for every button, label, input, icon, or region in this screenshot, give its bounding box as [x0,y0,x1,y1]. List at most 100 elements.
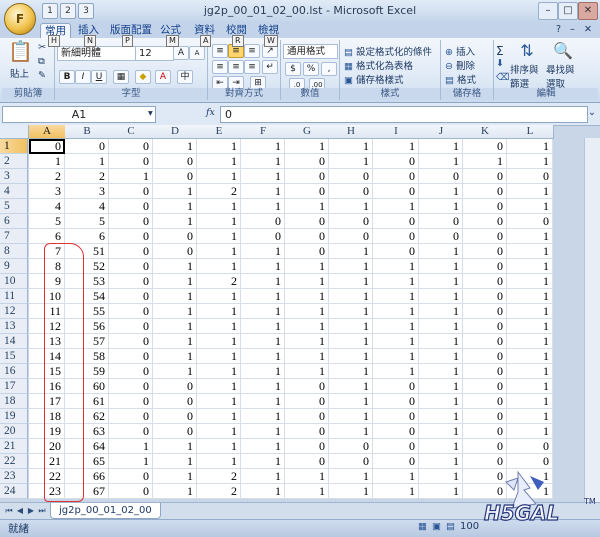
cell[interactable]: 1 [241,409,285,424]
cell[interactable]: 0 [285,169,329,184]
cell[interactable]: 4 [65,199,109,214]
cell[interactable]: 1 [419,259,463,274]
cell[interactable]: 1 [419,274,463,289]
cell[interactable]: 0 [463,394,507,409]
row-header[interactable]: 8 [0,244,28,259]
cell[interactable]: 1 [241,169,285,184]
cell[interactable]: 1 [241,199,285,214]
column-header-a[interactable]: A [29,125,66,139]
cell[interactable]: 1 [419,139,463,154]
cell[interactable]: 0 [373,409,419,424]
cell[interactable]: 1 [285,304,329,319]
cell[interactable]: 0 [329,454,373,469]
cell[interactable]: 0 [373,154,419,169]
cell[interactable]: 2 [29,169,65,184]
cell[interactable]: 1 [241,259,285,274]
cell[interactable]: 1 [197,349,241,364]
cell[interactable]: 1 [329,394,373,409]
cell[interactable]: 0 [153,409,197,424]
find-select-button[interactable]: 尋找與 選取 [546,62,575,90]
paste-button[interactable]: 貼上 [10,66,29,80]
cell[interactable]: 0 [153,244,197,259]
cell[interactable]: 0 [241,229,285,244]
cell[interactable]: 1 [419,334,463,349]
page-break-view-icon[interactable]: ▤ [446,521,455,532]
formula-input[interactable]: 0 [220,106,588,123]
cell[interactable]: 1 [329,349,373,364]
cell[interactable]: 1 [109,169,153,184]
cell[interactable]: 1 [507,199,553,214]
cell[interactable]: 1 [507,139,553,154]
row-header[interactable]: 5 [0,199,28,214]
cell[interactable]: 0 [463,244,507,259]
cell[interactable]: 1 [285,274,329,289]
align-center-icon[interactable]: ≡ [228,60,244,74]
cell[interactable]: 1 [419,424,463,439]
row-header[interactable]: 24 [0,484,28,499]
cell[interactable]: 0 [285,229,329,244]
vertical-scrollbar[interactable] [584,138,600,502]
cell[interactable]: 0 [373,169,419,184]
cell[interactable]: 1 [153,439,197,454]
cell[interactable]: 1 [419,394,463,409]
cell[interactable]: 0 [109,379,153,394]
cell[interactable]: 1 [373,289,419,304]
prev-sheet-icon[interactable]: ◀ [15,505,25,516]
row-header[interactable]: 17 [0,379,28,394]
cell[interactable]: 5 [65,214,109,229]
number-format-combo[interactable]: 通用格式 [283,44,338,59]
sort-filter-button[interactable]: 排序與 篩選 [510,62,539,90]
cell[interactable]: 1 [507,409,553,424]
cell[interactable]: 1 [197,379,241,394]
cell[interactable]: 0 [329,184,373,199]
cell[interactable]: 0 [373,184,419,199]
cell[interactable]: 1 [241,244,285,259]
border-icon[interactable]: ▦ [113,70,129,84]
font-name-combo[interactable]: 新細明體 [57,46,136,61]
cell[interactable]: 1 [507,229,553,244]
cell[interactable]: 0 [285,409,329,424]
cell[interactable]: 1 [419,184,463,199]
maximize-button[interactable]: □ [558,2,578,20]
cell[interactable]: 0 [463,439,507,454]
cell-styles-button[interactable]: ▣ 儲存格樣式 [344,72,404,86]
cell[interactable]: 1 [329,244,373,259]
cell[interactable]: 1 [197,229,241,244]
cell[interactable]: 1 [197,409,241,424]
column-header-e[interactable]: E [197,125,242,139]
minimize-button[interactable]: – [538,2,558,20]
cell[interactable]: 1 [241,364,285,379]
cell[interactable]: 1 [419,244,463,259]
cell[interactable]: 1 [153,454,197,469]
cell[interactable]: 1 [507,379,553,394]
cell[interactable]: 1 [329,319,373,334]
delete-cells-button[interactable]: ⊖ 刪除 [445,58,475,72]
cell[interactable]: 6 [65,229,109,244]
cell[interactable]: 1 [153,184,197,199]
cell[interactable]: 0 [109,244,153,259]
cell[interactable]: 1 [419,439,463,454]
cell[interactable]: 0 [463,139,507,154]
row-header[interactable]: 20 [0,424,28,439]
cell[interactable]: 1 [153,289,197,304]
select-all-corner[interactable] [0,125,29,139]
column-header-j[interactable]: J [419,125,464,139]
cell[interactable]: 1 [285,139,329,154]
fill-icon[interactable]: ⬇ [496,58,504,69]
cell[interactable]: 1 [241,184,285,199]
font-size-combo[interactable]: 12 [135,46,174,61]
cell[interactable]: 0 [507,454,553,469]
cell[interactable]: 1 [241,274,285,289]
column-header-k[interactable]: K [463,125,508,139]
cell[interactable]: 0 [463,184,507,199]
cell[interactable]: 0 [463,274,507,289]
cell[interactable]: 0 [109,469,153,484]
cell[interactable]: 1 [241,334,285,349]
cut-icon[interactable]: ✂ [38,42,46,53]
cell[interactable]: 0 [463,424,507,439]
row-header[interactable]: 19 [0,409,28,424]
cell[interactable]: 1 [373,349,419,364]
name-box[interactable]: A1 [2,106,156,123]
cell[interactable]: 0 [109,139,153,154]
row-header[interactable]: 7 [0,229,28,244]
